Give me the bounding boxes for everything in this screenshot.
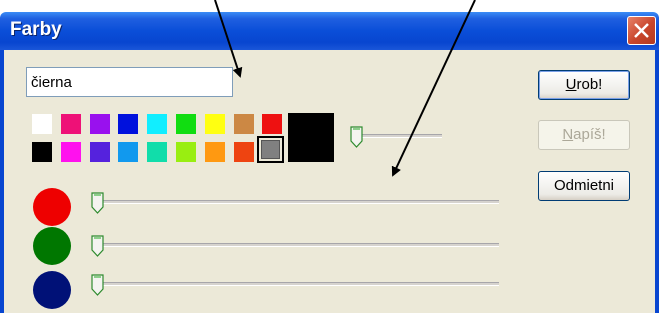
annotation-arrows <box>214 0 476 177</box>
arrow-to-slider <box>391 0 476 177</box>
arrow-to-input <box>214 0 243 78</box>
